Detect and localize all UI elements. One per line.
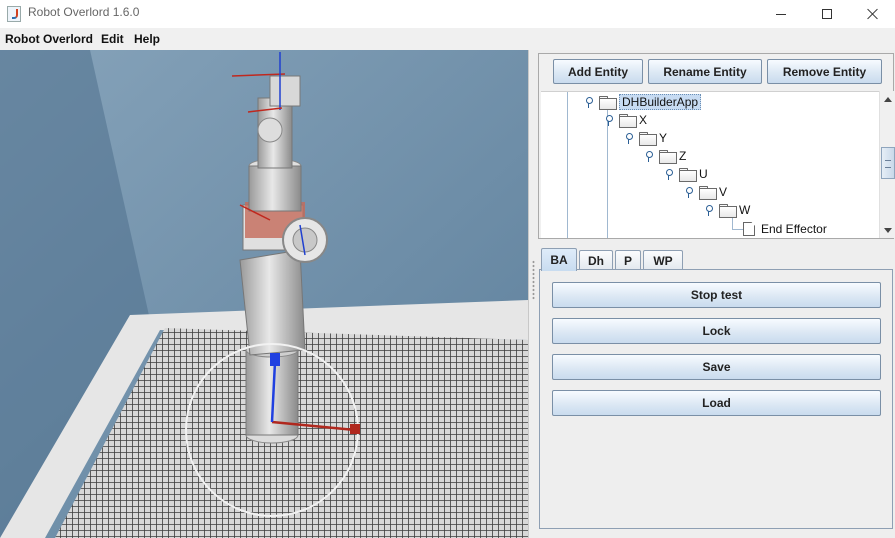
tree-node-label: U <box>699 167 708 181</box>
maximize-button[interactable] <box>804 0 850 28</box>
lock-button[interactable]: Lock <box>552 318 881 344</box>
tree-node-label: Z <box>679 149 687 163</box>
scene-render <box>0 50 528 538</box>
scroll-up-button[interactable] <box>880 91 895 107</box>
tree-node-z[interactable]: Z <box>645 147 686 165</box>
arrow-up-icon <box>884 96 892 102</box>
splitter-grip-icon <box>532 260 535 300</box>
save-button[interactable]: Save <box>552 354 881 380</box>
horizontal-splitter[interactable] <box>538 240 894 247</box>
menu-help[interactable]: Help <box>134 32 160 46</box>
tab-ba[interactable]: BA <box>541 248 577 271</box>
key-handle-icon <box>585 97 593 108</box>
properties-panel: BA Dh P WP Stop test Lock Save Load <box>538 247 894 531</box>
rename-entity-button[interactable]: Rename Entity <box>648 59 762 84</box>
vertical-splitter[interactable] <box>528 50 537 538</box>
right-panel: Add Entity Rename Entity Remove Entity D… <box>537 50 895 538</box>
tree-node-w[interactable]: W <box>705 201 750 219</box>
tree-node-label: Y <box>659 131 668 145</box>
maximize-icon <box>822 9 832 19</box>
close-button[interactable] <box>850 0 895 28</box>
folder-icon <box>639 132 657 146</box>
scroll-down-button[interactable] <box>880 222 895 238</box>
window-title: Robot Overlord 1.6.0 <box>28 5 140 19</box>
tree-connector <box>607 110 608 238</box>
menu-bar: Robot Overlord Edit Help <box>0 28 895 50</box>
tab-wp[interactable]: WP <box>643 250 683 270</box>
add-entity-button[interactable]: Add Entity <box>553 59 643 84</box>
scroll-thumb[interactable] <box>881 147 895 179</box>
minimize-icon <box>776 13 786 15</box>
tree-node-label: End Effector <box>761 222 827 236</box>
tab-panel-ba: Stop test Lock Save Load <box>539 269 893 529</box>
remove-entity-button[interactable]: Remove Entity <box>767 59 882 84</box>
folder-icon <box>619 114 637 128</box>
key-handle-icon <box>705 205 713 216</box>
application-window: Robot Overlord 1.6.0 Robot Overlord Edit… <box>0 0 895 538</box>
tree-node-y[interactable]: Y <box>625 129 667 147</box>
tab-dh[interactable]: Dh <box>579 250 613 270</box>
3d-viewport[interactable] <box>0 50 528 538</box>
tree-node-label: V <box>719 185 728 199</box>
tree-node-dhbuilderapp[interactable]: DHBuilderApp <box>585 93 702 111</box>
java-cup-icon <box>7 6 21 22</box>
document-icon <box>743 222 755 236</box>
tree-node-end-effector[interactable]: End Effector <box>743 220 827 238</box>
tree-node-v[interactable]: V <box>685 183 727 201</box>
folder-icon <box>659 150 677 164</box>
key-handle-icon <box>625 133 633 144</box>
tree-node-label: X <box>639 113 648 127</box>
stop-test-button[interactable]: Stop test <box>552 282 881 308</box>
load-button[interactable]: Load <box>552 390 881 416</box>
arrow-down-icon <box>884 227 892 233</box>
tree-node-label: W <box>739 203 751 217</box>
key-handle-icon <box>685 187 693 198</box>
menu-robot-overlord[interactable]: Robot Overlord <box>5 32 93 46</box>
entity-tree[interactable]: DHBuilderApp X Y Z U V W End Effector <box>541 91 879 238</box>
minimize-button[interactable] <box>758 0 804 28</box>
key-handle-icon <box>665 169 673 180</box>
key-handle-icon <box>645 151 653 162</box>
close-icon <box>867 8 879 20</box>
menu-edit[interactable]: Edit <box>101 32 124 46</box>
tree-node-label: DHBuilderApp <box>619 94 702 110</box>
entity-panel: Add Entity Rename Entity Remove Entity D… <box>538 53 895 239</box>
key-handle-icon <box>605 115 613 126</box>
tree-scrollbar[interactable] <box>879 91 895 238</box>
tree-node-u[interactable]: U <box>665 165 708 183</box>
tree-connector <box>567 92 568 238</box>
folder-icon <box>679 168 697 182</box>
folder-icon <box>699 186 717 200</box>
tree-node-x[interactable]: X <box>605 111 647 129</box>
tab-p[interactable]: P <box>615 250 641 270</box>
title-bar: Robot Overlord 1.6.0 <box>0 0 895 28</box>
folder-icon <box>599 96 617 110</box>
folder-icon <box>719 204 737 218</box>
